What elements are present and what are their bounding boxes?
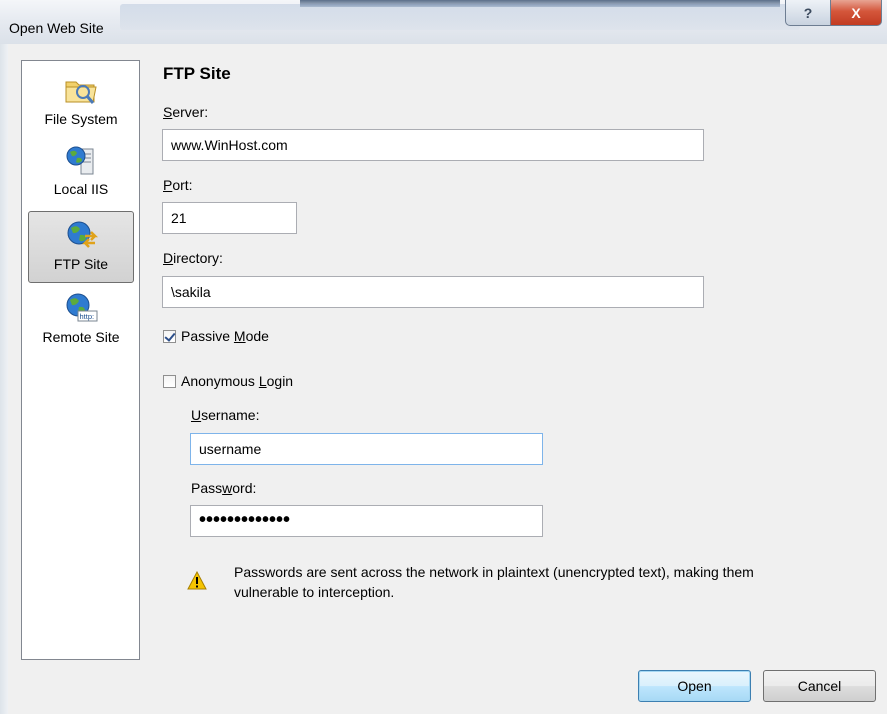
help-icon: ? xyxy=(803,4,813,21)
passive-mode-checkbox[interactable] xyxy=(163,329,176,343)
sidebar-item-label: Local IIS xyxy=(53,181,109,197)
title-bar: Open Web Site ? X xyxy=(0,0,887,44)
close-icon: X xyxy=(851,4,861,21)
username-label-key: U xyxy=(191,407,202,423)
passive-mode-checkbox-row[interactable]: Passive Mode xyxy=(163,328,269,344)
port-input[interactable]: 21 xyxy=(162,202,297,234)
passive-mode-label: Passive Mode xyxy=(181,328,269,344)
anonymous-login-label: Anonymous Login xyxy=(181,373,293,389)
server-label-key: S xyxy=(163,104,173,120)
sidebar-item-remote-site[interactable]: http: Remote Site xyxy=(28,285,134,357)
port-label: Port: xyxy=(163,177,193,193)
password-label: Password: xyxy=(191,480,256,496)
directory-label: Directory: xyxy=(163,250,223,266)
cancel-button-label: Cancel xyxy=(797,678,842,694)
server-label: Server: xyxy=(163,104,208,120)
directory-value: \sakila xyxy=(171,284,211,300)
plaintext-warning: Passwords are sent across the network in… xyxy=(187,562,827,602)
sidebar-item-label: File System xyxy=(44,111,118,127)
username-value: username xyxy=(199,441,262,457)
close-button[interactable]: X xyxy=(830,0,882,26)
sidebar-item-ftp-site[interactable]: FTP Site xyxy=(28,211,134,283)
local-iis-icon xyxy=(66,146,94,175)
title-bar-background xyxy=(120,4,800,30)
directory-input[interactable]: \sakila xyxy=(162,276,704,308)
anonymous-login-label-pre: Anonymous xyxy=(181,373,259,389)
passive-mode-label-key: M xyxy=(233,328,246,344)
server-input[interactable]: www.WinHost.com xyxy=(162,129,704,161)
port-value: 21 xyxy=(171,210,187,226)
password-value: ••••••••••••• xyxy=(199,509,291,531)
folder-icon xyxy=(65,81,97,104)
http-globe-icon: http: xyxy=(66,293,98,322)
port-label-text: ort: xyxy=(172,177,193,193)
sidebar-item-label: FTP Site xyxy=(53,256,109,272)
window-border xyxy=(0,44,8,714)
warning-line-2: vulnerable to interception. xyxy=(234,584,395,600)
cancel-button[interactable]: Cancel xyxy=(763,670,876,702)
open-button[interactable]: Open xyxy=(638,670,751,702)
page-title: FTP Site xyxy=(163,64,231,83)
passive-mode-label-pre: Passive xyxy=(181,328,234,344)
username-label-text: sername: xyxy=(201,407,260,423)
anonymous-login-checkbox-row[interactable]: Anonymous Login xyxy=(163,373,293,389)
sidebar-item-file-system[interactable]: File System xyxy=(28,67,134,139)
warning-text: Passwords are sent across the network in… xyxy=(234,562,754,602)
port-label-key: P xyxy=(163,177,173,193)
anonymous-login-checkbox[interactable] xyxy=(163,374,176,388)
username-label: Username: xyxy=(191,407,259,423)
password-label-pre: Pass xyxy=(191,480,223,496)
svg-text:http:: http: xyxy=(80,312,95,321)
warning-line-1: Passwords are sent across the network in… xyxy=(234,564,754,580)
anonymous-login-label-rest: ogin xyxy=(266,373,294,389)
anonymous-login-label-key: L xyxy=(258,373,267,389)
warning-icon xyxy=(187,571,207,590)
password-label-rest: ord: xyxy=(232,480,257,496)
server-value: www.WinHost.com xyxy=(171,137,288,153)
open-button-label: Open xyxy=(677,678,712,694)
server-label-text: erver: xyxy=(172,104,209,120)
directory-label-key: D xyxy=(163,250,174,266)
directory-label-text: irectory: xyxy=(173,250,223,266)
username-input[interactable]: username xyxy=(190,433,543,465)
passive-mode-label-rest: ode xyxy=(245,328,269,344)
password-label-key: w xyxy=(222,480,233,496)
help-button[interactable]: ? xyxy=(785,0,831,26)
password-input[interactable]: ••••••••••••• xyxy=(190,505,543,537)
sidebar-item-local-iis[interactable]: Local IIS xyxy=(28,137,134,209)
ftp-globe-icon xyxy=(67,221,99,248)
window-title: Open Web Site xyxy=(9,20,104,36)
sidebar-item-label: Remote Site xyxy=(42,329,120,345)
location-sidebar: File System Local IIS FTP Site http: Rem… xyxy=(21,60,140,660)
